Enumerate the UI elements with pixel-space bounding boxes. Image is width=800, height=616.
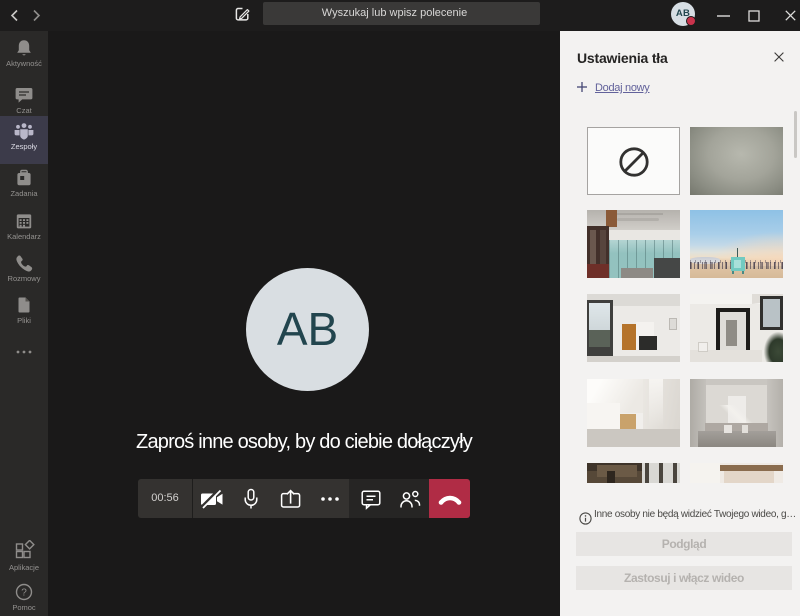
svg-text:?: ? <box>21 588 27 599</box>
